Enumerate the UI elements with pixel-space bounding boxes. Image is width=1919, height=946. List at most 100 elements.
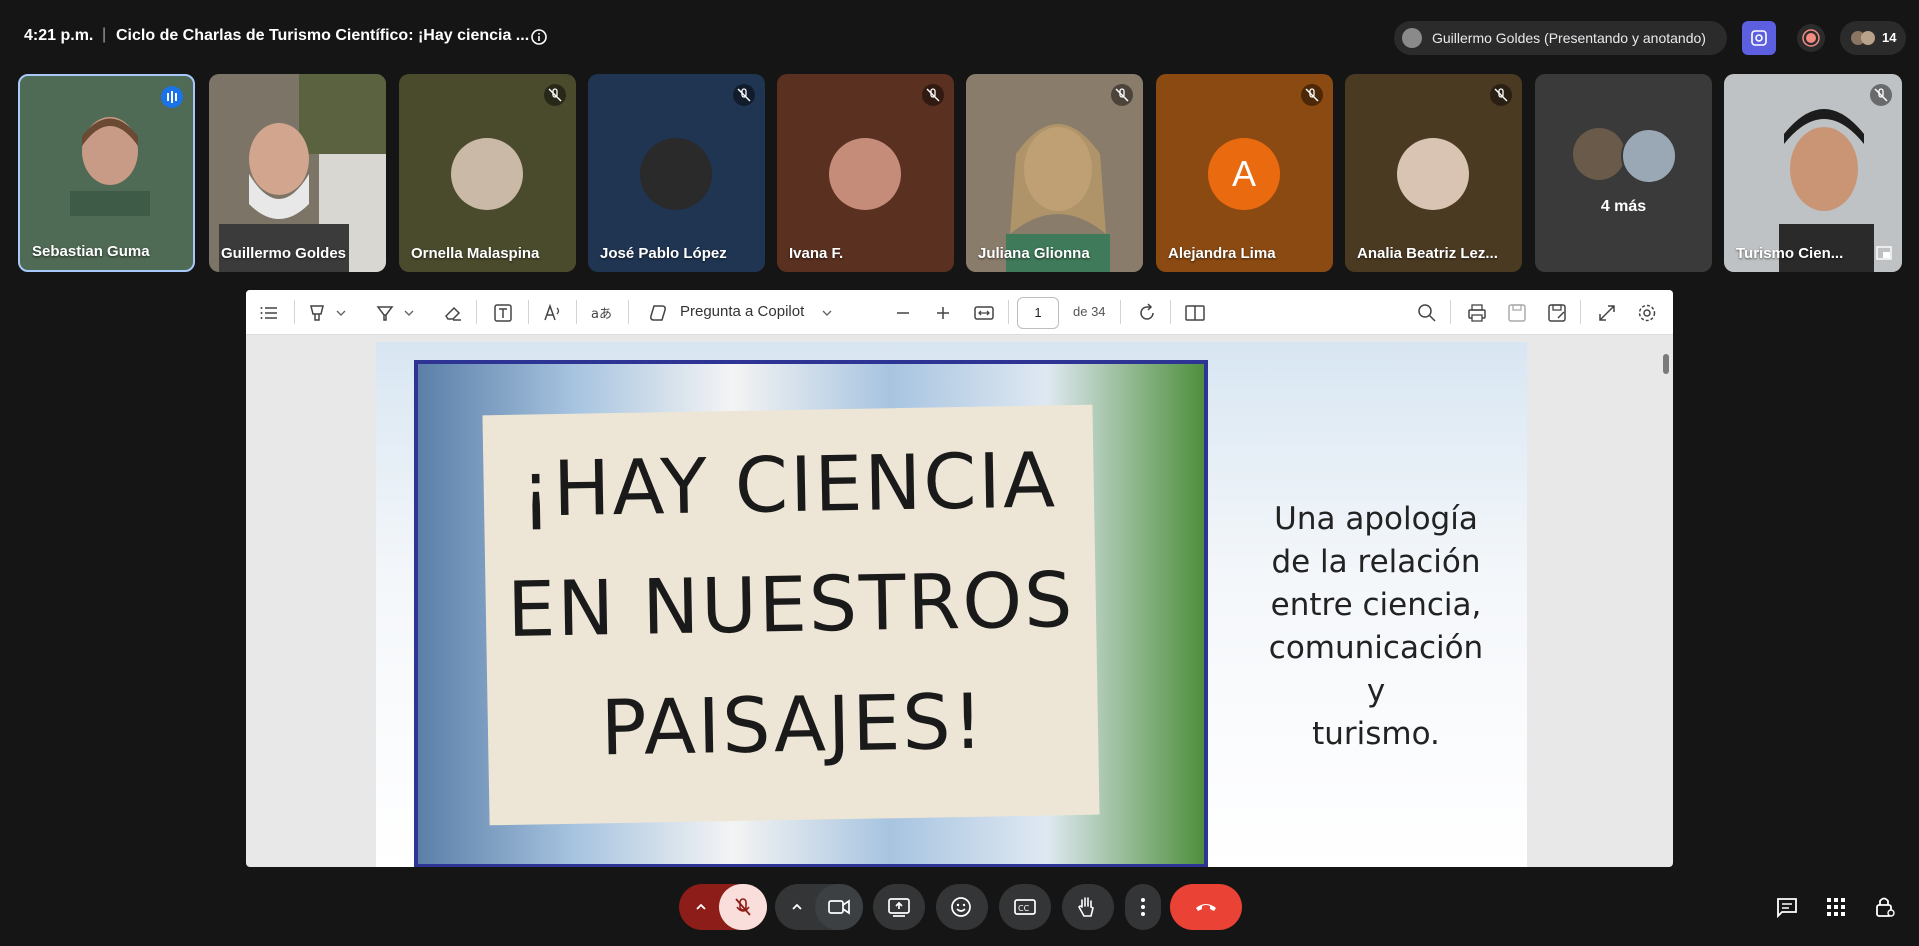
top-bar: 4:21 p.m. | Ciclo de Charlas de Turismo … xyxy=(0,0,1919,74)
copilot-button[interactable]: Pregunta a Copilot xyxy=(680,303,804,320)
reactions-button[interactable] xyxy=(936,884,988,930)
present-button[interactable] xyxy=(873,884,925,930)
chevron-down-icon[interactable] xyxy=(330,302,352,324)
avatar xyxy=(829,138,901,210)
slide-text-line: comunicación y xyxy=(1268,630,1484,709)
more-vert-icon xyxy=(1141,898,1145,916)
participant-tile[interactable]: Juliana Glionna xyxy=(966,74,1143,272)
participant-tile[interactable]: Sebastian Guma xyxy=(18,74,195,272)
translate-icon[interactable]: aあ xyxy=(590,302,612,324)
chevron-down-icon[interactable] xyxy=(816,302,838,324)
camera-icon xyxy=(828,899,850,915)
mic-off-icon xyxy=(1111,84,1133,106)
participant-name: Turismo Cien... xyxy=(1736,245,1844,262)
svg-text:CC: CC xyxy=(1018,904,1030,913)
chat-icon[interactable] xyxy=(1775,896,1799,918)
activities-button[interactable] xyxy=(1742,21,1776,55)
presenter-label: Guillermo Goldes (Presentando y anotando… xyxy=(1432,30,1706,46)
toolbar-divider xyxy=(1450,300,1451,324)
participant-tile[interactable]: Analia Beatriz Lez... xyxy=(1345,74,1522,272)
fit-width-icon[interactable] xyxy=(973,302,995,324)
presenter-chip[interactable]: Guillermo Goldes (Presentando y anotando… xyxy=(1394,21,1727,55)
toolbar-divider xyxy=(628,300,629,324)
participant-tile[interactable]: José Pablo López xyxy=(588,74,765,272)
participant-name: Analia Beatriz Lez... xyxy=(1357,245,1498,262)
slide-text-line: entre ciencia, xyxy=(1270,587,1482,623)
fullscreen-icon[interactable] xyxy=(1596,302,1618,324)
print-icon[interactable] xyxy=(1466,302,1488,324)
more-participants-tile[interactable]: 4 más xyxy=(1535,74,1712,272)
mic-off-icon xyxy=(1490,84,1512,106)
host-controls-lock-icon[interactable] xyxy=(1874,895,1896,919)
record-icon xyxy=(1802,29,1820,47)
participant-tile[interactable]: Ivana F. xyxy=(777,74,954,272)
participant-tile[interactable]: Ornella Malaspina xyxy=(399,74,576,272)
avatar xyxy=(451,138,523,210)
activities-grid-icon[interactable] xyxy=(1826,897,1846,917)
raise-hand-button[interactable] xyxy=(1062,884,1114,930)
slide-text-line: de la relación xyxy=(1271,544,1481,580)
avatar xyxy=(1397,138,1469,210)
scrollbar-thumb[interactable] xyxy=(1663,354,1669,374)
zoom-out-icon[interactable] xyxy=(892,302,914,324)
avatar xyxy=(1621,128,1677,184)
speaking-icon xyxy=(167,91,177,103)
pdf-page: ¡HAY CIENCIA EN NUESTROS PAISAJES! Una a… xyxy=(376,342,1527,867)
search-icon[interactable] xyxy=(1416,302,1438,324)
chevron-up-icon[interactable] xyxy=(693,899,709,915)
participant-count: 14 xyxy=(1882,30,1897,45)
participant-avatars-icon xyxy=(1851,31,1875,45)
mic-off-icon xyxy=(1870,84,1892,106)
settings-icon[interactable] xyxy=(1636,302,1658,324)
participant-tile[interactable]: Guillermo Goldes xyxy=(209,74,386,272)
participant-video xyxy=(70,117,150,216)
chevron-up-icon[interactable] xyxy=(789,899,805,915)
activities-icon xyxy=(1751,30,1767,46)
leave-call-button[interactable] xyxy=(1170,884,1242,930)
captions-icon: CC xyxy=(1014,899,1036,915)
page-number-input[interactable]: 1 xyxy=(1017,297,1059,329)
camera-toggle-button[interactable] xyxy=(815,884,863,930)
more-options-button[interactable] xyxy=(1125,884,1161,930)
rotate-icon[interactable] xyxy=(1136,302,1158,324)
recording-indicator[interactable] xyxy=(1797,24,1825,52)
chevron-down-icon[interactable] xyxy=(398,302,420,324)
present-screen-icon xyxy=(888,898,910,917)
camera-control-group xyxy=(775,884,863,930)
info-icon[interactable] xyxy=(530,28,548,46)
zoom-in-icon[interactable] xyxy=(932,302,954,324)
toolbar-divider xyxy=(1008,300,1009,324)
banner-line: PAISAJES! xyxy=(600,676,986,773)
draw-icon[interactable] xyxy=(374,302,396,324)
toolbar-divider xyxy=(528,300,529,324)
participant-tile[interactable]: Turismo Cien... xyxy=(1724,74,1902,272)
participant-video xyxy=(219,74,386,272)
avatar xyxy=(1573,128,1625,180)
highlight-icon[interactable] xyxy=(306,302,328,324)
picture-in-picture-icon[interactable] xyxy=(1876,246,1892,260)
copilot-icon[interactable] xyxy=(648,302,670,324)
slide-photo: ¡HAY CIENCIA EN NUESTROS PAISAJES! xyxy=(414,360,1208,867)
save-icon[interactable] xyxy=(1506,302,1528,324)
toolbar-divider xyxy=(1120,300,1121,324)
participant-name: José Pablo López xyxy=(600,245,727,262)
add-text-icon[interactable] xyxy=(492,302,514,324)
contents-icon[interactable] xyxy=(258,302,280,324)
participant-tile[interactable]: A Alejandra Lima xyxy=(1156,74,1333,272)
page-view-icon[interactable] xyxy=(1184,302,1206,324)
mic-toggle-button[interactable] xyxy=(719,884,767,930)
hand-icon xyxy=(1078,897,1094,917)
mic-off-icon xyxy=(544,84,566,106)
eraser-icon[interactable] xyxy=(442,302,464,324)
save-as-icon[interactable] xyxy=(1546,302,1568,324)
toolbar-divider xyxy=(1580,300,1581,324)
participant-name: Sebastian Guma xyxy=(32,243,150,260)
participant-name: Ornella Malaspina xyxy=(411,245,540,262)
read-aloud-icon[interactable] xyxy=(542,302,564,324)
mic-off-icon xyxy=(1301,84,1323,106)
captions-button[interactable]: CC xyxy=(999,884,1051,930)
vertical-scrollbar[interactable] xyxy=(1661,342,1671,867)
toolbar-divider xyxy=(576,300,577,324)
people-button[interactable]: 14 xyxy=(1840,21,1906,55)
pdf-viewer: aあ Pregunta a Copilot 1 de 34 ¡HAY CIENC… xyxy=(246,290,1673,867)
